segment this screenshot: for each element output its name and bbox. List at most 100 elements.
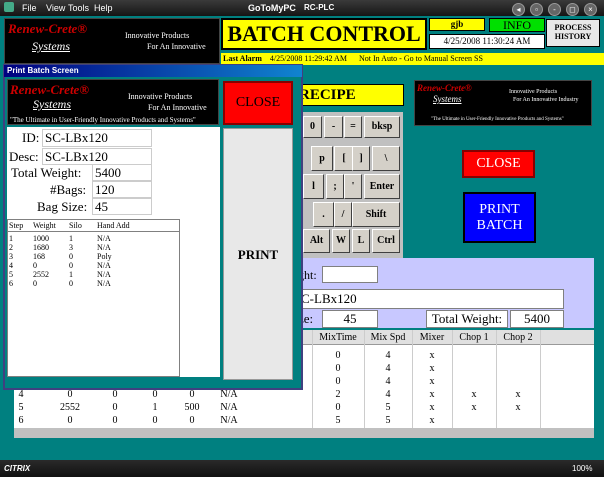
bags-label: #Bags:: [50, 182, 87, 197]
menu-view[interactable]: View: [46, 3, 65, 13]
menu-tools[interactable]: Tools: [68, 3, 89, 13]
table-scrollbar[interactable]: [14, 428, 594, 438]
size-field[interactable]: 45: [322, 310, 378, 328]
fullscreen-icon[interactable]: ◻: [566, 3, 579, 16]
dialog-table-cell: Poly: [97, 252, 112, 261]
dialog-header-weight: Weight: [33, 221, 56, 230]
bag-size-value: 45: [92, 198, 152, 215]
table-cell: 5: [385, 415, 391, 426]
key-l[interactable]: l: [303, 174, 324, 199]
key-period[interactable]: .: [313, 202, 334, 227]
print-batch-button[interactable]: PRINT BATCH: [463, 192, 536, 243]
dialog-header-silo: Silo: [69, 221, 82, 230]
dialog-table-cell: N/A: [97, 234, 111, 243]
row6-weight: 0: [67, 415, 73, 426]
key-minus[interactable]: -: [324, 116, 343, 138]
total-weight-label-dialog: Total Weight:: [11, 165, 82, 180]
dialog-table-cell: 0: [33, 279, 37, 288]
table-cell: x: [429, 363, 435, 374]
key-enter[interactable]: Enter: [364, 174, 400, 199]
total-weight-field[interactable]: 5400: [510, 310, 564, 328]
key-backspace[interactable]: bksp: [364, 116, 400, 138]
bag-size-label: Bag Size:: [37, 199, 88, 214]
row5-step: 5: [18, 402, 24, 413]
row5-weight: 2552: [60, 402, 80, 413]
key-w[interactable]: W: [332, 229, 350, 253]
table-cell: x: [429, 350, 435, 361]
column-divider: [412, 330, 413, 428]
table-cell: 4: [385, 350, 391, 361]
table-cell: 4: [385, 363, 391, 374]
header-mixer: Mixer: [419, 332, 445, 343]
key-slash[interactable]: /: [334, 202, 352, 227]
row5-hand: N/A: [220, 402, 238, 413]
table-cell: x: [429, 415, 435, 426]
key-alt[interactable]: Alt: [303, 229, 330, 253]
process-history-button[interactable]: PROCESS HISTORY: [546, 19, 600, 47]
row5-col2: 500: [184, 402, 200, 413]
close-icon[interactable]: ×: [584, 3, 597, 16]
menu-help[interactable]: Help: [94, 3, 113, 13]
table-cell: x: [471, 389, 477, 400]
column-divider: [364, 330, 365, 428]
key-0[interactable]: 0: [303, 116, 322, 138]
dialog-table-cell: N/A: [97, 270, 111, 279]
key-l-upper[interactable]: L: [352, 229, 370, 253]
table-cell: 2: [335, 389, 341, 400]
dialog-header-step: Step: [9, 221, 24, 230]
weight-field[interactable]: [322, 266, 378, 283]
column-divider: [496, 330, 497, 428]
dialog-table-cell: 5: [9, 270, 13, 279]
dialog-table-cell: 1: [69, 234, 73, 243]
key-shift[interactable]: Shift: [352, 202, 400, 227]
key-backslash[interactable]: \: [372, 146, 400, 171]
info-button[interactable]: INFO: [489, 18, 545, 32]
key-quote[interactable]: ': [344, 174, 362, 199]
header-logo: Renew-Crete® Systems Innovative Products…: [4, 18, 220, 64]
row4-col: 0: [152, 389, 158, 400]
table-cell: 4: [385, 389, 391, 400]
dialog-table-cell: 1680: [33, 243, 49, 252]
dialog-table-cell: 2: [9, 243, 13, 252]
keyboard-icon[interactable]: ▫: [530, 3, 543, 16]
table-cell: x: [429, 389, 435, 400]
column-divider: [312, 330, 313, 428]
dialog-table-cell: N/A: [97, 261, 111, 270]
row5-col: 1: [152, 402, 158, 413]
table-cell: 0: [335, 363, 341, 374]
citrix-logo: CITRIX: [4, 464, 31, 473]
key-lbracket[interactable]: [: [334, 146, 354, 171]
recipe-title: RECIPE: [292, 84, 404, 106]
key-semicolon[interactable]: ;: [326, 174, 344, 199]
key-rbracket[interactable]: ]: [352, 146, 370, 171]
table-cell: x: [471, 402, 477, 413]
desc-field: SC-LBx120: [42, 148, 152, 165]
right-logo: Renew-Crete® Systems Innovative Products…: [414, 80, 592, 126]
menu-file[interactable]: File: [22, 3, 37, 13]
recipe-id-field[interactable]: C-LBx120: [298, 289, 564, 309]
header-chop1: Chop 1: [459, 332, 489, 343]
header-mixspd: Mix Spd: [370, 332, 406, 343]
dialog-titlebar[interactable]: Print Batch Screen: [4, 65, 302, 77]
menu-bar: File View Tools Help GoToMyPC RC-PLC ◂ ▫…: [0, 0, 604, 16]
row4-col2: 0: [189, 389, 195, 400]
dialog-close-button[interactable]: CLOSE: [223, 81, 293, 125]
dialog-table-cell: 0: [69, 279, 73, 288]
dialog-table-cell: 168: [33, 252, 45, 261]
header-chop2: Chop 2: [503, 332, 533, 343]
sound-icon[interactable]: ◂: [512, 3, 525, 16]
table-cell: 4: [385, 376, 391, 387]
minimize-icon[interactable]: -: [548, 3, 561, 16]
dialog-print-button[interactable]: PRINT: [223, 128, 293, 380]
key-ctrl[interactable]: Ctrl: [372, 229, 400, 253]
close-button[interactable]: CLOSE: [462, 150, 535, 178]
key-p[interactable]: p: [311, 146, 333, 171]
dialog-table-cell: 0: [69, 252, 73, 261]
dialog-table-cell: 1: [69, 270, 73, 279]
key-equals[interactable]: =: [344, 116, 362, 138]
table-cell: x: [429, 376, 435, 387]
bags-value: 120: [92, 181, 152, 198]
row6-step: 6: [18, 415, 24, 426]
dialog-table-cell: 1000: [33, 234, 49, 243]
row6-hand: N/A: [220, 415, 238, 426]
